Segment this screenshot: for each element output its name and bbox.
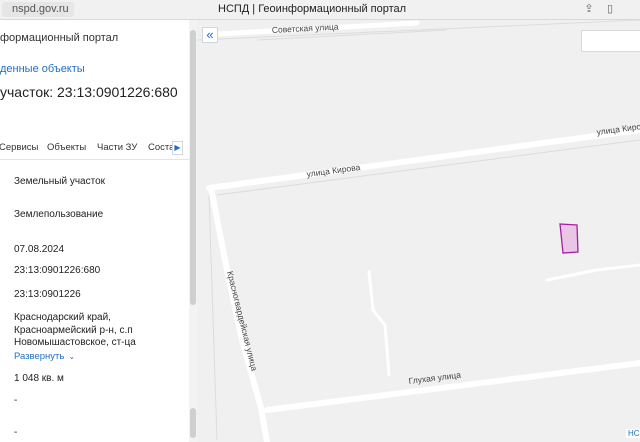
share-icon[interactable]: ⇪ (583, 3, 595, 16)
double-chevron-left-icon[interactable]: « (202, 27, 218, 43)
map-search-field[interactable] (581, 30, 640, 52)
tab-parcel-parts[interactable]: Части ЗУ (97, 142, 137, 153)
selected-parcel[interactable] (559, 223, 579, 254)
panel-scrollbar-lower[interactable] (190, 408, 196, 438)
address-line: Красноармейский р-н, с.п (14, 324, 133, 336)
tab-composition[interactable]: Соста (148, 142, 174, 153)
cadastral-number: 23:13:0901226:680 (14, 265, 101, 276)
tab-objects[interactable]: Объекты (47, 142, 86, 153)
info-tabs: Сервисы Объекты Части ЗУ Соста ▶ (0, 137, 197, 160)
address-line: Новомышастовское, ст-ца (14, 337, 136, 348)
street-label-sovetskaya: Советская улица (272, 22, 339, 35)
address: Краснодарский край, Красноармейский р-н,… (14, 312, 136, 350)
cadastral-quarter: 23:13:0901226 (14, 289, 81, 300)
parcel-title: участок: 23:13:0901226:680 (0, 84, 178, 100)
street-label-krasnogvardeyskaya: Красногвардейская улица (225, 270, 260, 372)
empty-value: - (14, 427, 18, 438)
bookmark-icon[interactable]: ▯ (604, 3, 616, 16)
chevron-down-icon: ⌄ (68, 352, 76, 361)
empty-value: - (14, 395, 18, 406)
found-objects-link[interactable]: денные объекты (0, 63, 85, 75)
window-title: НСПД | Геоинформационный портал (218, 3, 407, 15)
expand-address-button[interactable]: Развернуть ⌄ (14, 351, 75, 362)
object-type: Земельный участок (14, 176, 106, 187)
parcel-area: 1 048 кв. м (14, 373, 64, 384)
portal-name: формационный портал (0, 32, 119, 44)
panel-scrollbar[interactable] (190, 30, 196, 305)
address-bar[interactable]: nspd.gov.ru (2, 2, 74, 17)
object-kind: Землепользование (14, 209, 104, 220)
map-corner-label: НС (626, 429, 640, 438)
street-label-kirova: улица Кирова (306, 162, 361, 179)
street-kirova (206, 127, 640, 191)
registration-date: 07.08.2024 (14, 244, 65, 255)
tab-services[interactable]: Сервисы (0, 142, 38, 153)
chevron-right-icon[interactable]: ▶ (172, 141, 183, 155)
browser-toolbar: nspd.gov.ru НСПД | Геоинформационный пор… (0, 0, 640, 20)
map-canvas[interactable]: Советская улица улица Кирова улица Киров… (197, 20, 640, 442)
map-view[interactable]: Советская улица улица Кирова улица Киров… (197, 20, 640, 442)
address-line: Краснодарский край, (14, 312, 111, 323)
expand-label: Развернуть (14, 351, 65, 362)
object-info-panel: формационный портал денные объекты участ… (0, 20, 197, 442)
